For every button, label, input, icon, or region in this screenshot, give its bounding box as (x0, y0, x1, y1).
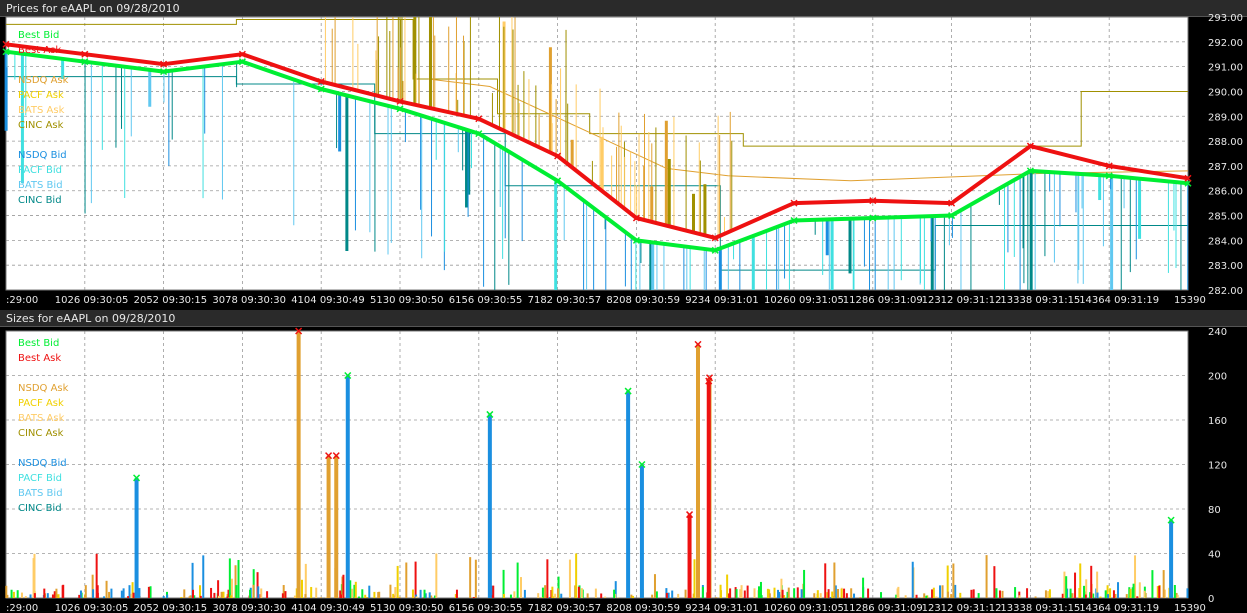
x-tick-label: 2052 09:30:15 (134, 295, 208, 305)
size-bar (296, 331, 301, 598)
size-bar (706, 381, 711, 598)
x-tick-label: 10260 09:31:05 (764, 603, 844, 613)
size-bar (626, 391, 631, 598)
x-tick-label: 2052 09:30:15 (134, 603, 208, 613)
size-bar (326, 455, 331, 598)
x-tick-label: 15390 (1174, 295, 1206, 305)
y-tick-label: 40 (1208, 550, 1221, 561)
x-tick-label: 14364 09:31:19 (1079, 295, 1159, 305)
legend-cinc-bid: CINC Bid (18, 195, 62, 206)
legend-cinc-ask: CINC Ask (18, 120, 64, 131)
x-tick-label: 9234 09:31:01 (685, 295, 759, 305)
x-tick-label: 7182 09:30:57 (528, 295, 602, 305)
x-tick-label: 13338 09:31:15 (1000, 295, 1080, 305)
y-tick-label: 284.00 (1208, 236, 1243, 247)
x-tick-label: 7182 09:30:57 (528, 603, 602, 613)
legend-nsdq-bid: NSDQ Bid (18, 150, 67, 161)
y-tick-label: 80 (1208, 505, 1221, 516)
x-tick-label: 3078 09:30:30 (212, 603, 286, 613)
x-tick-label: 9234 09:31:01 (685, 603, 759, 613)
legend-best-ask: Best Ask (18, 45, 61, 56)
y-tick-label: 283.00 (1208, 261, 1243, 272)
x-tick-label: 5130 09:30:50 (370, 295, 444, 305)
size-bar (334, 455, 339, 598)
size-bar (695, 344, 700, 598)
y-tick-label: 285.00 (1208, 212, 1243, 223)
x-tick-label: 8208 09:30:59 (606, 295, 680, 305)
y-tick-label: 291.00 (1208, 63, 1243, 74)
x-tick-label: 6156 09:30:55 (449, 295, 523, 305)
legend-bats-bid: BATS Bid (18, 488, 63, 499)
legend-bats-ask: BATS Ask (18, 105, 65, 116)
y-tick-label: 287.00 (1208, 162, 1243, 173)
x-tick-label: 12312 09:31:12 (922, 603, 1002, 613)
x-tick-label: 11286 09:31:09 (843, 603, 923, 613)
y-tick-label: 160 (1208, 416, 1227, 427)
legend-best-ask: Best Ask (18, 353, 61, 364)
y-tick-label: 288.00 (1208, 137, 1243, 148)
size-bar (1169, 520, 1174, 598)
x-tick-label: 15390 (1174, 603, 1206, 613)
x-tick-label: 3078 09:30:30 (212, 295, 286, 305)
y-tick-label: 286.00 (1208, 187, 1243, 198)
y-tick-label: 292.00 (1208, 38, 1243, 49)
legend-bats-ask: BATS Ask (18, 413, 65, 424)
x-tick-label: :29:00 (6, 603, 38, 613)
y-tick-label: 282.00 (1208, 286, 1243, 297)
legend-nsdq-bid: NSDQ Bid (18, 458, 67, 469)
x-tick-label: 11286 09:31:09 (843, 295, 923, 305)
x-tick-label: 12312 09:31:12 (922, 295, 1002, 305)
legend-nsdq-ask: NSDQ Ask (18, 383, 69, 394)
plot-area (6, 17, 1188, 290)
x-tick-label: 10260 09:31:05 (764, 295, 844, 305)
legend-pacf-ask: PACF Ask (18, 90, 64, 101)
y-tick-label: 200 (1208, 372, 1227, 383)
x-tick-label: :29:00 (6, 295, 38, 305)
y-tick-label: 0 (1208, 594, 1214, 605)
x-tick-label: 1026 09:30:05 (55, 603, 129, 613)
x-tick-label: 13338 09:31:15 (1000, 603, 1080, 613)
x-tick-label: 5130 09:30:50 (370, 603, 444, 613)
sizes-panel: Sizes for eAAPL on 09/28/2010 240 200 160 1… (0, 308, 1247, 613)
legend-nsdq-ask: NSDQ Ask (18, 75, 69, 86)
y-tick-label: 240 (1208, 327, 1227, 338)
size-chart: 240 200 160 120 80 40 0 :29:00 1026 09:30:05 2052… (5, 327, 1227, 613)
legend-bats-bid: BATS Bid (18, 180, 63, 191)
size-bar (687, 514, 692, 598)
legend-pacf-bid: PACF Bid (18, 165, 62, 176)
legend-cinc-ask: CINC Ask (18, 428, 64, 439)
price-chart: 293.00 292.00 291.00 290.00 289.00 288.00 287.… (2, 13, 1243, 305)
size-bar (487, 414, 492, 598)
size-bar (134, 477, 139, 598)
y-tick-label: 289.00 (1208, 112, 1243, 123)
x-tick-label: 4104 09:30:49 (291, 603, 365, 613)
x-tick-label: 4104 09:30:49 (291, 295, 365, 305)
x-tick-label: 8208 09:30:59 (606, 603, 680, 613)
prices-panel: Prices for eAAPL on 09/28/2010 293.00 292… (0, 0, 1247, 305)
y-tick-label: 290.00 (1208, 87, 1243, 98)
legend-best-bid: Best Bid (18, 30, 59, 41)
x-tick-label: 14364 09:31:19 (1079, 603, 1159, 613)
legend-pacf-bid: PACF Bid (18, 473, 62, 484)
x-tick-label: 6156 09:30:55 (449, 603, 523, 613)
y-tick-label: 293.00 (1208, 13, 1243, 24)
legend-cinc-bid: CINC Bid (18, 503, 62, 514)
size-bar (639, 464, 644, 598)
size-bar (345, 375, 350, 598)
legend-pacf-ask: PACF Ask (18, 398, 64, 409)
y-tick-label: 120 (1208, 461, 1227, 472)
legend-best-bid: Best Bid (18, 338, 59, 349)
x-tick-label: 1026 09:30:05 (55, 295, 129, 305)
